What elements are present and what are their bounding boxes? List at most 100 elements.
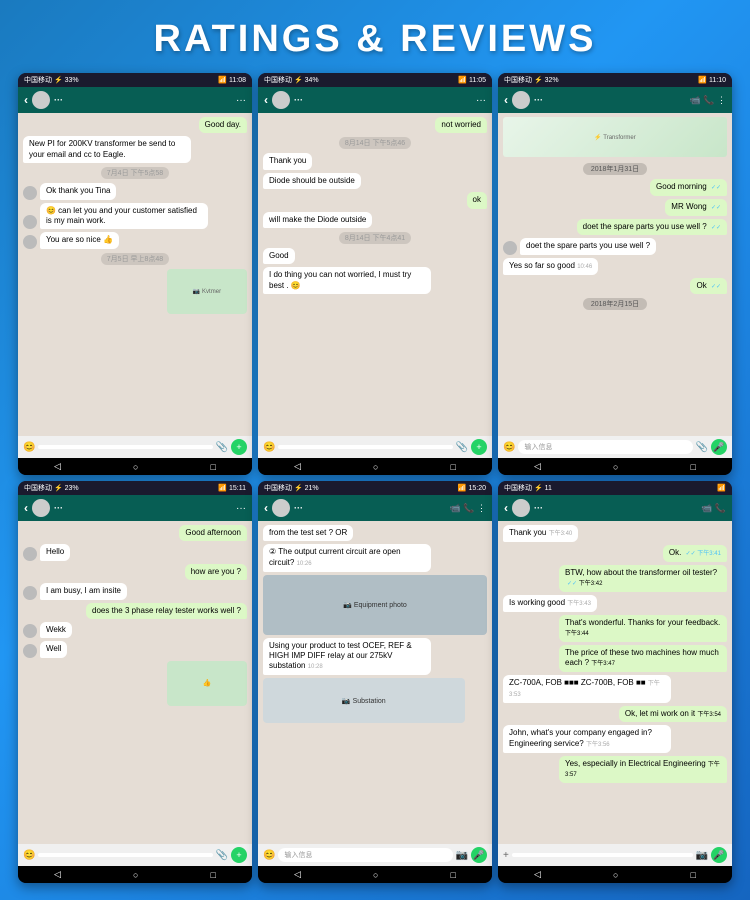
contact-name-5: ··· [294, 503, 446, 513]
attachment-icon[interactable]: 📎 [456, 442, 468, 453]
status-bar-6: 中国移动 ⚡ 11 📶 [498, 481, 732, 495]
send-button[interactable]: 🎤 [471, 847, 487, 863]
chat-body-4: Good afternoon Hello how are you ? I am … [18, 521, 252, 844]
attachment-icon[interactable]: 📷 [696, 850, 708, 861]
emoji-icon[interactable]: 😊 [263, 442, 275, 453]
back-icon[interactable]: ‹ [504, 93, 508, 107]
chat-footer-2[interactable]: 😊 📎 + [258, 436, 492, 458]
emoji-icon[interactable]: 😊 [503, 442, 515, 453]
msg-row: I am busy, I am insite [23, 583, 247, 599]
msg-bubble: ZC-700A, FOB ■■■ ZC-700B, FOB ■■ 下午3:53 [503, 675, 671, 703]
msg-row: Ok thank you Tina [23, 183, 247, 199]
emoji-icon[interactable]: 😊 [23, 442, 35, 453]
attachment-icon[interactable]: 📎 [216, 442, 228, 453]
phone-2: 中国移动 ⚡ 34% 📶 11:05 ‹ ··· ··· not worried… [258, 73, 492, 475]
back-icon[interactable]: ‹ [24, 93, 28, 107]
time-divider: 7月4日 下午5点58 [101, 167, 169, 179]
chat-body-2: not worried 8月14日 下午5点46 Thank you Diode… [258, 113, 492, 436]
attachment-icon[interactable]: 📷 [456, 850, 468, 861]
status-bar-5: 中国移动 ⚡ 21% 📶 15:20 [258, 481, 492, 495]
home-nav[interactable]: ○ [373, 462, 378, 472]
chat-input[interactable] [38, 445, 212, 449]
chat-footer-1[interactable]: 😊 📎 + [18, 436, 252, 458]
recent-nav[interactable]: □ [691, 462, 696, 472]
msg-bubble: Good morning ✓✓ [650, 179, 727, 196]
chat-header-4: ‹ ··· ··· [18, 495, 252, 521]
chat-footer-4[interactable]: 😊 📎 + [18, 844, 252, 866]
back-nav[interactable]: ◁ [54, 461, 61, 472]
home-nav[interactable]: ○ [133, 870, 138, 880]
chat-footer-3[interactable]: 😊 输入信息 📎 🎤 [498, 436, 732, 458]
msg-row: Well [23, 641, 247, 657]
sender-avatar [23, 586, 37, 600]
msg-bubble: Ok. ✓✓ 下午3:41 [663, 545, 727, 562]
sender-avatar [23, 547, 37, 561]
send-button[interactable]: 🎤 [711, 847, 727, 863]
back-icon[interactable]: ‹ [264, 93, 268, 107]
msg-bubble: BTW, how about the transformer oil teste… [559, 565, 727, 592]
back-nav[interactable]: ◁ [294, 461, 301, 472]
home-nav[interactable]: ○ [613, 870, 618, 880]
msg-bubble: I am busy, I am insite [40, 583, 127, 599]
recent-nav[interactable]: □ [211, 462, 216, 472]
back-nav[interactable]: ◁ [534, 869, 541, 880]
recent-nav[interactable]: □ [451, 462, 456, 472]
back-icon[interactable]: ‹ [24, 501, 28, 515]
send-button[interactable]: + [231, 439, 247, 455]
nav-bar-4: ◁ ○ □ [18, 866, 252, 883]
chat-input[interactable]: 输入信息 [518, 440, 692, 454]
page-title: RATINGS & REVIEWS [0, 18, 750, 61]
nav-bar-3: ◁ ○ □ [498, 458, 732, 475]
back-icon[interactable]: ‹ [504, 501, 508, 515]
phone-3: 中国移动 ⚡ 32% 📶 11:10 ‹ ··· 📹 📞 ⋮ ⚡ Transfo… [498, 73, 732, 475]
msg-bubble: how are you ? [185, 564, 247, 580]
chat-footer-6[interactable]: + 📷 🎤 [498, 844, 732, 866]
emoji-icon[interactable]: 😊 [23, 850, 35, 861]
avatar-6 [512, 499, 530, 517]
recent-nav[interactable]: □ [691, 870, 696, 880]
status-bar-1: 中国移动 ⚡ 33% 📶 11:08 [18, 73, 252, 87]
send-button[interactable]: + [231, 847, 247, 863]
msg-bubble: will make the Diode outside [263, 212, 372, 228]
attachment-icon[interactable]: 📎 [696, 442, 708, 453]
msg-bubble: Hello [40, 544, 70, 560]
msg-bubble: The price of these two machines how much… [559, 645, 727, 672]
msg-row: You are so nice 👍 [23, 232, 247, 248]
recent-nav[interactable]: □ [211, 870, 216, 880]
time-divider: 7月5日 早上8点48 [101, 253, 169, 265]
image-message: 📷 Equipment photo [263, 575, 487, 635]
back-nav[interactable]: ◁ [54, 869, 61, 880]
chat-input[interactable] [38, 853, 212, 857]
send-button[interactable]: 🎤 [711, 439, 727, 455]
emoji-icon[interactable]: 😊 [263, 850, 275, 861]
chat-input[interactable] [278, 445, 452, 449]
send-button[interactable]: + [471, 439, 487, 455]
msg-bubble: Ok ✓✓ [690, 278, 727, 295]
chat-footer-5[interactable]: 😊 输入信息 📷 🎤 [258, 844, 492, 866]
msg-bubble: ok [467, 192, 487, 208]
add-icon[interactable]: + [503, 850, 509, 861]
chat-input[interactable]: 输入信息 [278, 848, 452, 862]
avatar-3 [512, 91, 530, 109]
chat-header-1: ‹ ··· ··· [18, 87, 252, 113]
home-nav[interactable]: ○ [613, 462, 618, 472]
recent-nav[interactable]: □ [451, 870, 456, 880]
msg-row: 😊 can let you and your customer satisfie… [23, 203, 247, 230]
avatar-2 [272, 91, 290, 109]
msg-bubble: Ok thank you Tina [40, 183, 116, 199]
avatar-4 [32, 499, 50, 517]
msg-bubble: John, what's your company engaged in? En… [503, 725, 671, 752]
home-nav[interactable]: ○ [373, 870, 378, 880]
attachment-icon[interactable]: 📎 [216, 850, 228, 861]
msg-row: Wekk [23, 622, 247, 638]
home-nav[interactable]: ○ [133, 462, 138, 472]
back-nav[interactable]: ◁ [534, 461, 541, 472]
chat-input[interactable] [512, 853, 693, 857]
avatar-1 [32, 91, 50, 109]
msg-bubble: Good day. [199, 117, 247, 133]
back-nav[interactable]: ◁ [294, 869, 301, 880]
contact-name-1: ··· [54, 95, 232, 105]
time-divider: 8月14日 下午5点46 [339, 137, 411, 149]
back-icon[interactable]: ‹ [264, 501, 268, 515]
msg-bubble: Yes, especially in Electrical Engineerin… [559, 756, 727, 784]
